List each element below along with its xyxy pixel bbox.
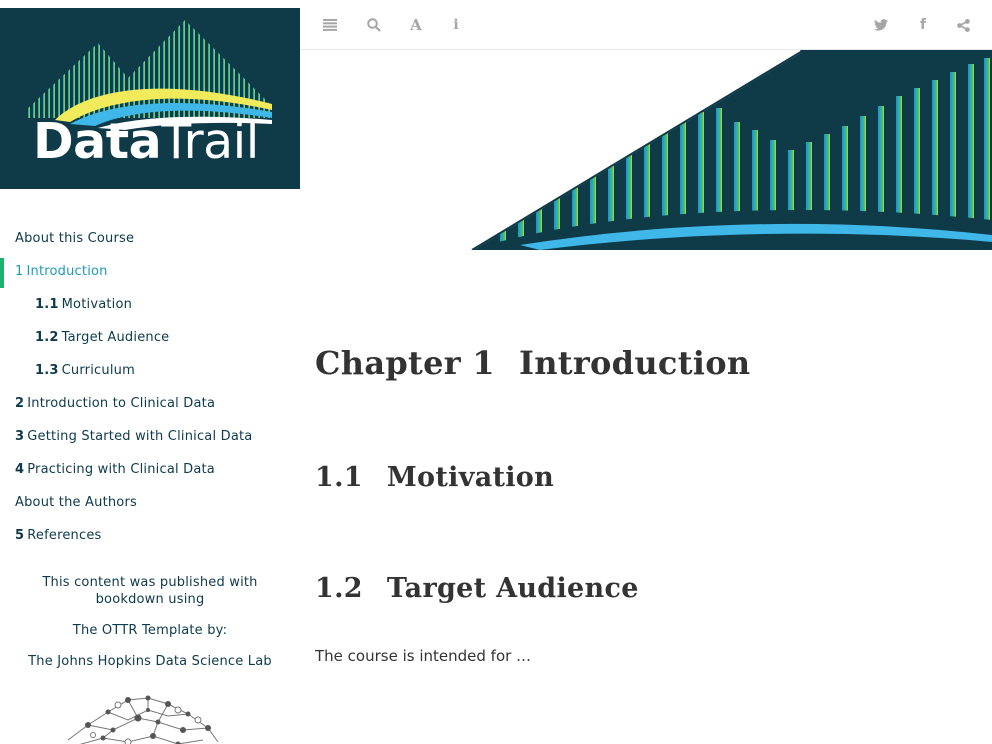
- info-icon: i: [453, 17, 459, 33]
- toc-item-intro-clinical-data[interactable]: 2 Introduction to Clinical Data: [0, 391, 300, 424]
- toc-label: Motivation: [61, 297, 133, 312]
- section-title-motivation: 1.1 Motivation: [315, 462, 554, 493]
- info-button[interactable]: i: [445, 15, 467, 35]
- chapter-title: Chapter 1 Introduction: [315, 344, 750, 382]
- toc-label: About the Authors: [15, 495, 137, 510]
- list-icon: [323, 19, 337, 31]
- share-icon: [956, 18, 970, 32]
- chapter-number: Chapter 1: [315, 344, 495, 382]
- jhu-network-logo[interactable]: [58, 690, 228, 744]
- body-paragraph: The course is intended for …: [315, 647, 532, 665]
- logo-text-trail: Trail: [161, 113, 259, 170]
- toc-item-getting-started[interactable]: 3 Getting Started with Clinical Data: [0, 424, 300, 457]
- section-title-text: Target Audience: [386, 573, 639, 604]
- section-title-text: Motivation: [386, 462, 555, 493]
- facebook-icon: f: [919, 17, 927, 33]
- share-button[interactable]: [952, 15, 974, 35]
- toc-label: Introduction to Clinical Data: [27, 396, 216, 411]
- logo-text-data: Data: [33, 113, 162, 170]
- toc-number: 1.2: [35, 330, 59, 345]
- section-title-target-audience: 1.2 Target Audience: [315, 573, 639, 604]
- toc-item-target-audience[interactable]: 1.2 Target Audience: [0, 325, 300, 358]
- toc-number: 1.3: [35, 363, 59, 378]
- toc-number: 1: [15, 264, 24, 279]
- twitter-share-button[interactable]: [870, 15, 892, 35]
- table-of-contents: About this Course 1 Introduction 1.1 Motiv…: [0, 226, 300, 556]
- search-button[interactable]: [363, 15, 385, 35]
- facebook-share-button[interactable]: f: [912, 15, 934, 35]
- toggle-sidebar-button[interactable]: [319, 15, 341, 35]
- toc-item-about-authors[interactable]: About the Authors: [0, 490, 300, 523]
- banner-graphic: [466, 50, 992, 250]
- toc-number: 5: [15, 528, 25, 543]
- toc-number: 1.1: [35, 297, 59, 312]
- section-number: 1.2: [315, 573, 363, 604]
- toc-item-introduction[interactable]: 1 Introduction: [0, 258, 300, 292]
- toc-label: Target Audience: [61, 330, 170, 345]
- bookdown-credit-link[interactable]: This content was published with bookdown…: [0, 574, 300, 608]
- toc-number: 2: [15, 396, 25, 411]
- toc-label: Curriculum: [61, 363, 135, 378]
- sidebar: DataTrail About this Course 1 Introductio…: [0, 0, 300, 744]
- chapter-title-text: Introduction: [518, 344, 751, 382]
- course-banner-image: [300, 50, 992, 250]
- toc-label: Getting Started with Clinical Data: [27, 429, 253, 444]
- toc-item-about-course[interactable]: About this Course: [0, 226, 300, 259]
- toc-number: 3: [15, 429, 25, 444]
- toc-label: Practicing with Clinical Data: [27, 462, 215, 477]
- search-icon: [367, 18, 381, 32]
- twitter-icon: [874, 19, 888, 31]
- credits: This content was published with bookdown…: [0, 574, 300, 670]
- font-icon: A: [410, 16, 422, 34]
- toc-item-motivation[interactable]: 1.1 Motivation: [0, 292, 300, 325]
- toc-label: References: [27, 528, 102, 543]
- book-toolbar: A i f: [300, 0, 992, 50]
- toc-number: 4: [15, 462, 25, 477]
- toc-item-curriculum[interactable]: 1.3 Curriculum: [0, 358, 300, 391]
- toc-item-references[interactable]: 5 References: [0, 523, 300, 556]
- logo-wordmark: DataTrail: [33, 117, 259, 166]
- jhu-dsl-credit-link[interactable]: The Johns Hopkins Data Science Lab: [0, 653, 300, 670]
- ottr-template-credit[interactable]: The OTTR Template by:: [0, 622, 300, 639]
- toc-item-practicing[interactable]: 4 Practicing with Clinical Data: [0, 457, 300, 490]
- datatrail-logo[interactable]: DataTrail: [0, 8, 300, 189]
- font-settings-button[interactable]: A: [405, 15, 427, 35]
- toc-label: Introduction: [26, 264, 108, 279]
- section-number: 1.1: [315, 462, 363, 493]
- toc-label: About this Course: [15, 231, 135, 246]
